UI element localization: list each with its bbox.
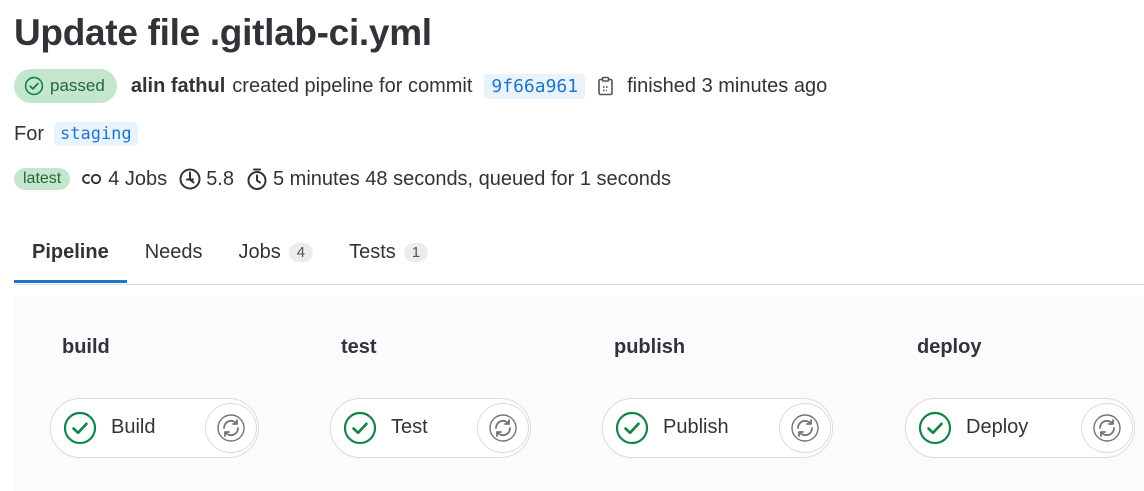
tab-jobs[interactable]: Jobs 4 <box>221 222 332 282</box>
job-publish[interactable]: Publish <box>602 398 833 458</box>
job-deploy[interactable]: Deploy <box>905 398 1135 458</box>
compute-stat: 5.8 <box>178 167 234 191</box>
tab-jobs-label: Jobs <box>238 240 281 263</box>
tab-tests-label: Tests <box>349 240 396 263</box>
duration-text: 5 minutes 48 seconds, queued for 1 secon… <box>273 167 672 190</box>
page-title: Update file .gitlab-ci.yml <box>14 12 432 53</box>
retry-icon <box>791 414 819 442</box>
copy-to-clipboard-icon <box>598 76 613 96</box>
for-label: For <box>14 122 44 145</box>
tab-tests-count: 1 <box>403 242 429 262</box>
tab-needs[interactable]: Needs <box>127 222 221 282</box>
retry-icon <box>489 414 517 442</box>
compute-text: 5.8 <box>206 167 234 190</box>
status-success-icon <box>63 411 97 445</box>
duration-stat: 5 minutes 48 seconds, queued for 1 secon… <box>245 167 671 191</box>
jobs-count-text: 4 Jobs <box>108 167 168 190</box>
timer-icon <box>247 168 267 190</box>
stage-test-title: test <box>341 336 377 358</box>
tab-tests[interactable]: Tests 1 <box>331 222 446 282</box>
job-test-name: Test <box>391 416 428 438</box>
created-text: created pipeline for commit <box>232 74 473 97</box>
compute-minutes-icon <box>179 168 201 190</box>
status-success-icon <box>615 411 649 445</box>
tab-needs-label: Needs <box>144 240 203 263</box>
job-test[interactable]: Test <box>330 398 531 458</box>
tab-pipeline[interactable]: Pipeline <box>14 222 127 283</box>
retry-icon <box>1093 414 1121 442</box>
copy-commit-button[interactable] <box>597 76 615 96</box>
pipeline-graph: build Build test Test publish Publish de… <box>14 296 1144 491</box>
retry-icon <box>217 414 245 442</box>
status-success-icon <box>918 411 952 445</box>
retry-build-button[interactable] <box>205 403 257 453</box>
retry-test-button[interactable] <box>477 403 529 453</box>
status-badge[interactable]: passed <box>14 69 117 103</box>
job-publish-name: Publish <box>663 416 729 438</box>
jobs-stat: 4 Jobs <box>80 168 167 191</box>
retry-deploy-button[interactable] <box>1081 403 1133 453</box>
branch-link[interactable]: staging <box>54 122 138 146</box>
commit-sha-link[interactable]: 9f66a961 <box>484 73 586 99</box>
tab-pipeline-label: Pipeline <box>32 240 109 263</box>
stage-deploy-title: deploy <box>917 336 982 358</box>
status-badge-label: passed <box>50 76 105 95</box>
retry-publish-button[interactable] <box>779 403 831 453</box>
job-build[interactable]: Build <box>50 398 259 458</box>
pipeline-stats-row: latest 4 Jobs 5.8 5 minutes 48 seconds, … <box>14 164 682 194</box>
job-build-name: Build <box>111 416 156 438</box>
tab-jobs-count: 4 <box>288 242 314 262</box>
job-deploy-name: Deploy <box>966 416 1029 438</box>
author-link[interactable]: alin fathul <box>131 75 225 98</box>
branch-row: For staging <box>14 119 138 149</box>
status-success-icon <box>24 76 44 96</box>
status-success-icon <box>343 411 377 445</box>
stage-publish-title: publish <box>614 336 686 358</box>
pipeline-jobs-icon <box>82 173 102 185</box>
pipeline-tabs: Pipeline Needs Jobs 4 Tests 1 <box>14 222 1144 285</box>
stage-build-title: build <box>62 336 110 358</box>
finished-text: finished 3 minutes ago <box>627 74 828 97</box>
latest-badge: latest <box>14 168 71 190</box>
pipeline-info-row: passed alin fathul created pipeline for … <box>14 68 827 104</box>
